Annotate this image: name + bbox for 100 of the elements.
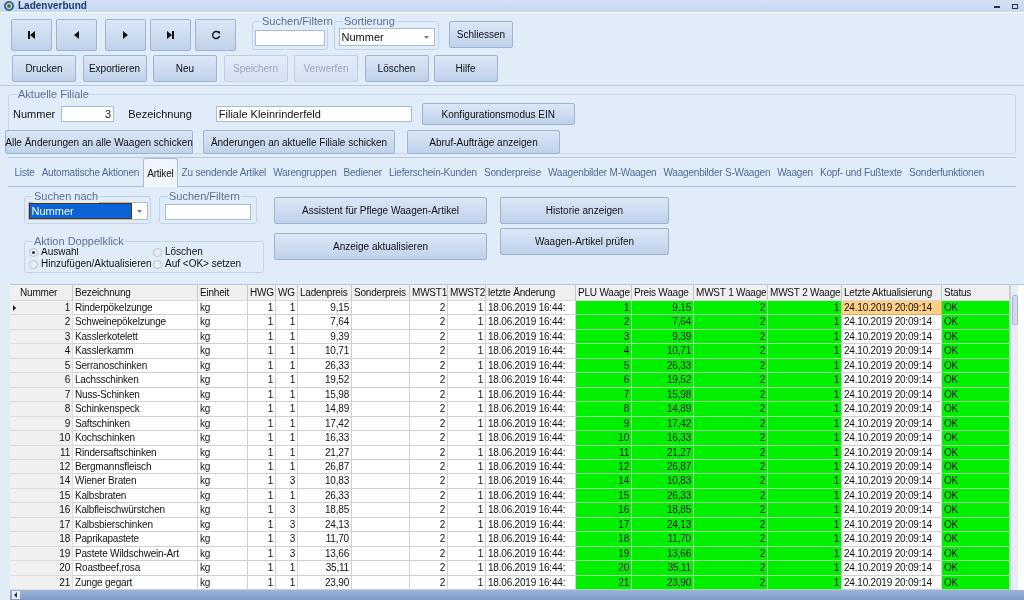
row-header-cell[interactable] <box>10 575 18 591</box>
row-header-cell[interactable] <box>10 416 18 432</box>
column-header[interactable]: HWG <box>248 285 276 300</box>
maximize-icon[interactable] <box>1012 3 1018 9</box>
tab[interactable]: Sonderpreise <box>480 159 545 186</box>
toolbar-button[interactable]: Löschen <box>364 55 429 82</box>
navigation-button[interactable] <box>11 19 52 51</box>
tab[interactable]: Artikel <box>142 158 179 187</box>
navigation-button[interactable] <box>150 19 191 51</box>
radio-button[interactable] <box>153 259 162 269</box>
column-header[interactable]: WG <box>276 285 298 300</box>
row-header-cell[interactable] <box>10 315 18 330</box>
table-cell: 1 <box>248 561 276 576</box>
tab[interactable]: Liste <box>11 159 39 186</box>
column-header[interactable]: Bezeichnung <box>73 285 198 300</box>
tab[interactable]: Kopf- und Fußtexte <box>816 159 906 186</box>
table-cell: 18.06.2019 16:44: <box>486 474 576 489</box>
column-header[interactable]: Letzte Aktualisierung <box>842 285 942 300</box>
column-header[interactable]: MWST 2 Waage <box>768 285 842 300</box>
radio-button[interactable] <box>153 247 162 257</box>
config-mode-button[interactable]: Konfigurationsmodus EIN <box>421 103 575 125</box>
row-header-cell[interactable] <box>10 532 18 547</box>
table-cell: 3 <box>276 474 298 489</box>
toolbar-button[interactable]: Drucken <box>12 55 76 82</box>
toolbar-button[interactable]: Exportieren <box>82 55 147 82</box>
row-header-cell[interactable] <box>10 474 18 489</box>
row-header-cell[interactable] <box>10 488 18 504</box>
column-header[interactable]: MWST2 <box>448 285 486 300</box>
row-header-cell[interactable] <box>10 445 18 460</box>
branch-name-field[interactable]: Filiale Kleinrinderfeld <box>215 106 412 122</box>
group-label: Sortierung <box>343 14 396 28</box>
column-header[interactable]: Sonderpreis <box>352 285 410 300</box>
horizontal-scrollbar[interactable] <box>10 590 1024 600</box>
column-header[interactable]: MWST 1 Waage <box>694 285 768 300</box>
wizard-button[interactable]: Assistent für Pflege Waagen-Artikel <box>274 197 487 224</box>
column-header[interactable]: Nummer <box>18 285 73 300</box>
row-header-cell[interactable] <box>10 301 18 316</box>
row-header-cell[interactable] <box>10 503 18 518</box>
row-header-cell[interactable] <box>10 460 18 475</box>
radio-option[interactable]: Löschen <box>153 246 263 258</box>
radio-option[interactable]: Hinzufügen/Aktualisieren <box>29 258 153 270</box>
check-button[interactable]: Waagen-Artikel prüfen <box>500 228 669 255</box>
search-by-dropdown[interactable]: Nummer <box>27 202 148 220</box>
column-header[interactable]: Einheit <box>198 285 248 300</box>
tab[interactable]: Lieferschein-Kunden <box>385 159 481 186</box>
row-header-cell[interactable] <box>10 402 18 417</box>
sort-dropdown[interactable]: Nummer <box>338 28 435 46</box>
previous-icon <box>74 31 79 39</box>
column-header[interactable]: Ladenpreis <box>298 285 352 300</box>
table-cell: 1 <box>768 532 842 547</box>
branch-number-field[interactable]: 3 <box>61 106 115 122</box>
column-header[interactable]: Preis Waage <box>632 285 694 300</box>
table-cell: 16,33 <box>298 431 352 446</box>
radio-option[interactable]: Auf <OK> setzen <box>153 258 263 270</box>
vertical-scrollbar[interactable] <box>1010 285 1018 590</box>
tab[interactable]: Bediener <box>340 159 386 186</box>
row-header-cell[interactable] <box>10 546 18 562</box>
table-cell: 2 <box>410 315 448 330</box>
close-button[interactable]: Schliessen <box>449 21 513 48</box>
table-cell: 3 <box>276 532 298 547</box>
toolbar-button[interactable]: Hilfe <box>433 55 498 82</box>
row-header-cell[interactable] <box>10 344 18 359</box>
send-branch-button[interactable]: Änderungen an aktuelle Filiale schicken <box>203 130 395 154</box>
row-header-cell[interactable] <box>10 358 18 374</box>
tab[interactable]: Zu sendende Artikel <box>178 159 270 186</box>
row-header-cell[interactable] <box>10 387 18 403</box>
filter-field[interactable] <box>165 204 251 220</box>
table-cell: 35,11 <box>298 561 352 576</box>
table-cell: 1 <box>276 301 298 316</box>
table-cell: 19,52 <box>298 373 352 388</box>
group-label: Aktion Doppelklick <box>33 234 125 248</box>
tab[interactable]: Waagenbilder M-Waagen <box>544 159 660 186</box>
table-cell: 24.10.2019 20:09:14 <box>842 503 942 518</box>
tab[interactable]: Automatische Aktionen <box>38 159 143 186</box>
table-cell: 2 <box>694 344 768 359</box>
row-header-cell[interactable] <box>10 373 18 388</box>
tab[interactable]: Sonderfunktionen <box>905 159 988 186</box>
tab[interactable]: Waagen <box>773 159 817 186</box>
column-header[interactable]: MWST1 <box>410 285 448 300</box>
send-all-button[interactable]: Alle Änderungen an alle Waagen schicken <box>5 130 193 154</box>
table-cell: 24.10.2019 20:09:14 <box>842 373 942 388</box>
row-header-cell[interactable] <box>10 431 18 446</box>
history-button[interactable]: Historie anzeigen <box>500 197 669 224</box>
column-header[interactable]: letzte Änderung <box>486 285 576 300</box>
tab[interactable]: Warengruppen <box>269 159 341 186</box>
radio-button[interactable] <box>29 247 38 257</box>
column-header[interactable]: PLU Waage <box>576 285 632 300</box>
row-header-cell[interactable] <box>10 329 18 345</box>
toolbar-button[interactable]: Neu <box>153 55 217 82</box>
row-header-cell[interactable] <box>10 561 18 576</box>
row-header-cell[interactable] <box>10 517 18 533</box>
tab[interactable]: Waagenbilder S-Waagen <box>659 159 774 186</box>
jobs-button[interactable]: Abruf-Aufträge anzeigen <box>407 130 560 154</box>
search-field[interactable] <box>255 30 325 46</box>
minimize-icon[interactable] <box>994 4 1000 8</box>
radio-option[interactable]: Auswahl <box>29 246 153 258</box>
radio-button[interactable] <box>29 259 38 269</box>
refresh-display-button[interactable]: Anzeige aktualisieren <box>274 233 487 260</box>
table-cell: OK <box>942 315 1010 330</box>
scroll-left-icon[interactable] <box>12 591 20 599</box>
